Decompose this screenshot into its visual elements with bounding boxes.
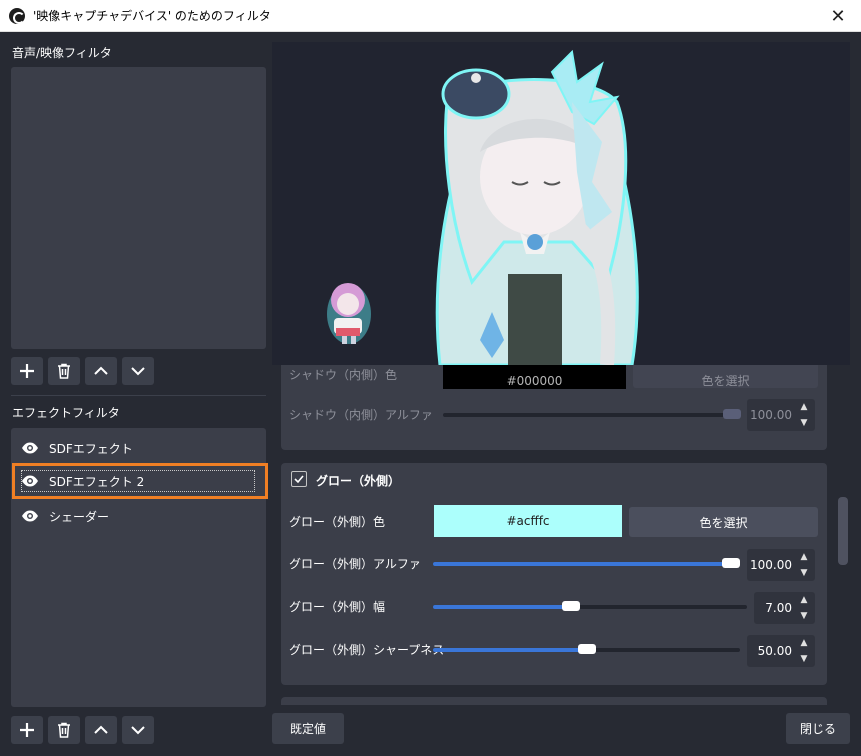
trash-icon	[58, 722, 70, 738]
effect-item-label: シェーダー	[49, 509, 110, 524]
spin-up-icon[interactable]: ▲	[801, 595, 808, 605]
glow-sharpness-label: グロー（外側）シャープネス	[289, 643, 445, 657]
glow-color-swatch[interactable]: #acfffc	[434, 505, 622, 537]
slider-handle[interactable]	[577, 644, 596, 654]
glow-width-label: グロー（外側）幅	[289, 600, 386, 614]
glow-sharpness-value: 50.00	[757, 644, 792, 658]
spin-up-icon[interactable]: ▲	[801, 402, 808, 412]
plus-icon	[20, 723, 34, 737]
shadow-alpha-slider[interactable]	[443, 409, 741, 419]
spin-down-icon[interactable]: ▼	[801, 418, 808, 428]
spin-up-icon[interactable]: ▲	[801, 552, 808, 562]
effect-item-sdf-effect-2[interactable]: SDFエフェクト 2	[12, 463, 268, 499]
trash-icon	[58, 363, 70, 379]
glow-color-value: #acfffc	[506, 514, 550, 528]
audio-video-filter-list[interactable]	[11, 67, 266, 349]
glow-section-title: グロー（外側）	[316, 474, 401, 488]
slider-fill	[433, 562, 731, 566]
effect-item-shader[interactable]: シェーダー	[13, 501, 266, 531]
eye-icon[interactable]	[21, 439, 39, 457]
glow-width-value: 7.00	[765, 601, 792, 615]
spin-arrows[interactable]: ▲ ▼	[796, 638, 812, 664]
section-divider	[11, 395, 266, 396]
spin-arrows[interactable]: ▲ ▼	[796, 552, 812, 578]
title-bar: '映像キャプチャデバイス' のためのフィルタ ✕	[0, 0, 861, 32]
glow-alpha-value: 100.00	[750, 558, 792, 572]
slider-fill	[433, 648, 587, 652]
glow-width-spinbox[interactable]: 7.00 ▲ ▼	[754, 592, 815, 624]
plus-icon	[20, 364, 34, 378]
remove-filter-button[interactable]	[48, 357, 80, 385]
chevron-down-icon	[131, 726, 145, 735]
main-character	[435, 49, 639, 365]
obs-app-icon	[9, 7, 25, 24]
properties-panel: シャドウ（内側）色 #000000 色を選択 シャドウ（内側）アルファ 100.…	[272, 365, 835, 705]
move-effect-down-button[interactable]	[122, 716, 154, 744]
glow-color-label: グロー（外側）色	[289, 515, 386, 529]
slider-handle[interactable]	[723, 409, 741, 419]
shadow-alpha-label: シャドウ（内側）アルファ	[289, 408, 433, 422]
shadow-alpha-value: 100.00	[750, 408, 792, 422]
move-filter-down-button[interactable]	[122, 357, 154, 385]
spin-down-icon[interactable]: ▼	[801, 611, 808, 621]
move-effect-up-button[interactable]	[85, 716, 117, 744]
effect-item-label: SDFエフェクト	[49, 441, 133, 456]
glow-sharpness-spinbox[interactable]: 50.00 ▲ ▼	[747, 635, 815, 667]
add-filter-button[interactable]	[11, 357, 43, 385]
spin-up-icon[interactable]: ▲	[801, 638, 808, 648]
glow-choose-color-button[interactable]: 色を選択	[629, 507, 818, 537]
checkmark-icon	[294, 475, 304, 484]
effect-item-label: SDFエフェクト 2	[49, 474, 145, 489]
defaults-button[interactable]: 既定値	[272, 713, 344, 744]
glow-alpha-slider[interactable]	[433, 558, 740, 568]
slider-fill	[433, 605, 572, 609]
add-effect-button[interactable]	[11, 716, 43, 744]
audio-video-filters-label: 音声/映像フィルタ	[12, 46, 112, 60]
window-close-button[interactable]: ✕	[815, 0, 861, 32]
window-title: '映像キャプチャデバイス' のためのフィルタ	[33, 9, 271, 23]
glow-sharpness-slider[interactable]	[433, 644, 740, 654]
next-card	[281, 697, 827, 705]
chibi-character	[327, 283, 371, 344]
glow-alpha-spinbox[interactable]: 100.00 ▲ ▼	[747, 549, 815, 581]
slider-handle[interactable]	[562, 601, 581, 611]
effect-filters-label: エフェクトフィルタ	[12, 406, 120, 420]
shadow-choose-color-button[interactable]: 色を選択	[633, 365, 818, 388]
effect-item-sdf-effect[interactable]: SDFエフェクト	[13, 433, 266, 463]
shadow-color-value: #000000	[506, 374, 563, 388]
spin-down-icon[interactable]: ▼	[801, 568, 808, 578]
shadow-color-label: シャドウ（内側）色	[289, 368, 398, 382]
shadow-color-swatch[interactable]: #000000	[443, 365, 626, 389]
chevron-up-icon	[94, 366, 108, 375]
slider-handle[interactable]	[722, 558, 740, 568]
preview-image	[327, 49, 639, 365]
glow-width-slider[interactable]	[433, 601, 747, 611]
close-button[interactable]: 閉じる	[786, 713, 850, 744]
remove-effect-button[interactable]	[48, 716, 80, 744]
shadow-alpha-spinbox[interactable]: 100.00 ▲ ▼	[747, 399, 815, 431]
chevron-down-icon	[131, 367, 145, 376]
spin-arrows[interactable]: ▲ ▼	[796, 402, 812, 428]
chevron-up-icon	[94, 725, 108, 734]
glow-alpha-label: グロー（外側）アルファ	[289, 557, 421, 571]
eye-icon[interactable]	[21, 507, 39, 525]
video-preview	[272, 42, 850, 365]
effect-filter-toolbar	[11, 716, 154, 744]
eye-icon[interactable]	[21, 472, 39, 490]
glow-enabled-checkbox[interactable]	[291, 471, 307, 487]
move-filter-up-button[interactable]	[85, 357, 117, 385]
audio-video-filter-toolbar	[11, 357, 154, 385]
properties-scrollbar[interactable]	[838, 497, 848, 565]
spin-down-icon[interactable]: ▼	[801, 654, 808, 664]
spin-arrows[interactable]: ▲ ▼	[796, 595, 812, 621]
